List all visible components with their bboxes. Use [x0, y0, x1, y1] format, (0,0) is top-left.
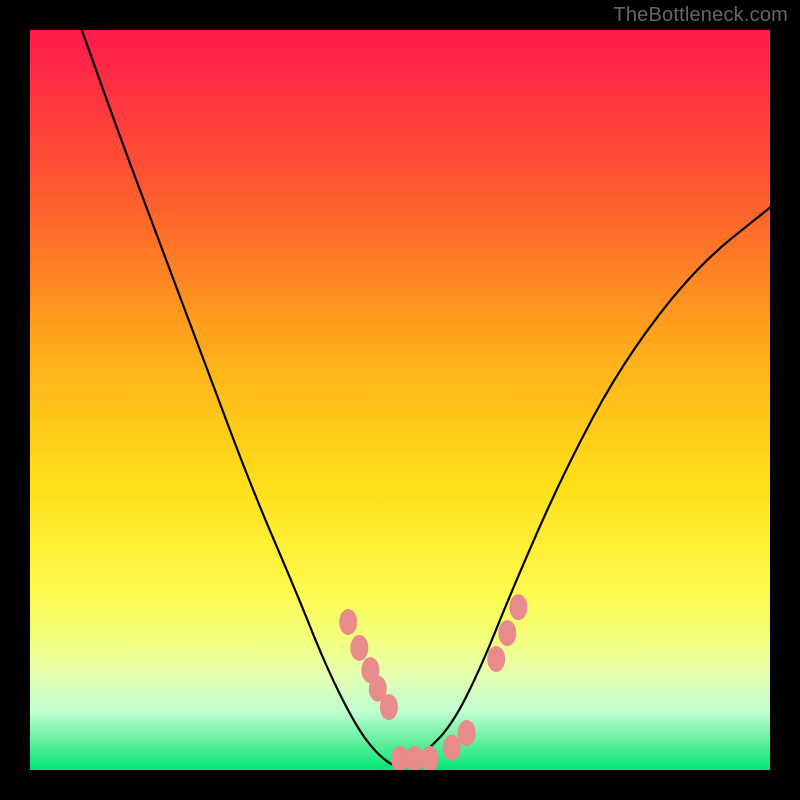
gradient-background [30, 30, 770, 770]
marker-dot [380, 694, 398, 720]
marker-dot [350, 635, 368, 661]
marker-dot [487, 646, 505, 672]
chart-svg [0, 0, 800, 800]
marker-dot [339, 609, 357, 635]
marker-dot [498, 620, 516, 646]
watermark-text: TheBottleneck.com [613, 4, 788, 27]
chart-frame: TheBottleneck.com [0, 0, 800, 800]
marker-dot [509, 594, 527, 620]
marker-dot [443, 735, 461, 761]
marker-dot [421, 746, 439, 772]
marker-dot [458, 720, 476, 746]
